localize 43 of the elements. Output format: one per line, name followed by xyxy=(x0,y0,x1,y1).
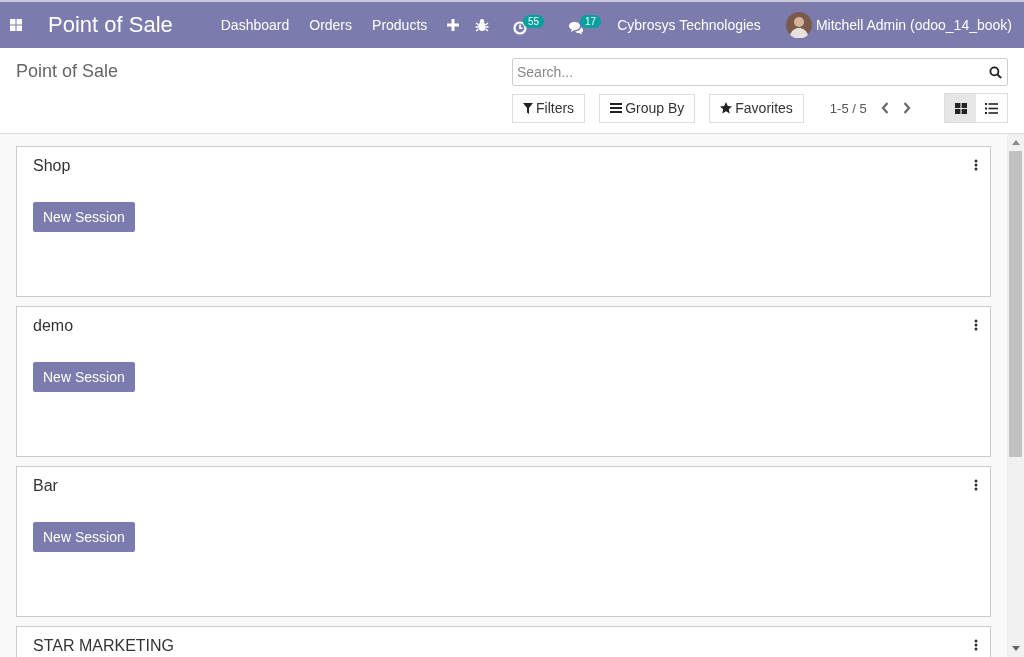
clock-icon[interactable] xyxy=(512,20,527,35)
user-menu[interactable]: Mitchell Admin (odoo_14_book) xyxy=(815,17,1012,33)
lines-icon xyxy=(610,103,623,113)
plus-icon[interactable] xyxy=(447,19,460,31)
new-session-button[interactable]: New Session xyxy=(33,522,135,552)
filter-dropdown-button[interactable]: Favorites xyxy=(709,93,804,123)
pos-name: STAR MARKETING xyxy=(33,637,175,655)
scroll-up-icon[interactable] xyxy=(1011,140,1020,145)
more-options-icon[interactable] xyxy=(974,319,978,331)
scrollbar[interactable] xyxy=(1007,134,1024,657)
search-field[interactable]: Search... xyxy=(512,58,1008,86)
menu-item[interactable]: Products xyxy=(372,17,428,33)
message-count-badge: 17 xyxy=(580,14,602,28)
list-icon xyxy=(985,102,998,114)
user-avatar-icon[interactable] xyxy=(785,12,812,38)
breadcrumb-title: Point of Sale xyxy=(16,61,119,81)
chat-icon[interactable] xyxy=(568,20,585,35)
app-title[interactable]: Point of Sale xyxy=(48,12,173,38)
more-options-icon[interactable] xyxy=(974,479,978,491)
filter-dropdown-button[interactable]: Group By xyxy=(599,93,696,123)
previous-page-icon[interactable] xyxy=(880,102,889,114)
search-icon[interactable] xyxy=(989,66,1002,79)
filter-icon xyxy=(523,102,533,114)
company-switcher[interactable]: Cybrosys Technologies xyxy=(617,17,761,33)
star-icon xyxy=(720,102,733,114)
menu-item[interactable]: Orders xyxy=(309,17,353,33)
new-session-button[interactable]: New Session xyxy=(33,362,135,392)
pager-value[interactable]: 1-5 / 5 xyxy=(829,100,867,116)
kanban-view-button[interactable] xyxy=(945,94,976,122)
more-options-icon[interactable] xyxy=(974,159,978,171)
pos-name: Bar xyxy=(33,477,58,495)
pos-name: Shop xyxy=(33,157,71,175)
menu-item[interactable]: Dashboard xyxy=(220,17,290,33)
next-page-icon[interactable] xyxy=(902,102,911,114)
bug-icon[interactable] xyxy=(474,18,489,32)
new-session-button[interactable]: New Session xyxy=(33,202,135,232)
grid-icon xyxy=(954,102,967,114)
more-options-icon[interactable] xyxy=(974,639,978,651)
filter-dropdown-button[interactable]: Filters xyxy=(512,93,586,123)
activity-count-badge: 55 xyxy=(522,14,545,28)
scroll-down-icon[interactable] xyxy=(1011,646,1020,651)
pos-name: demo xyxy=(33,317,74,335)
apps-menu-icon[interactable] xyxy=(10,19,22,31)
